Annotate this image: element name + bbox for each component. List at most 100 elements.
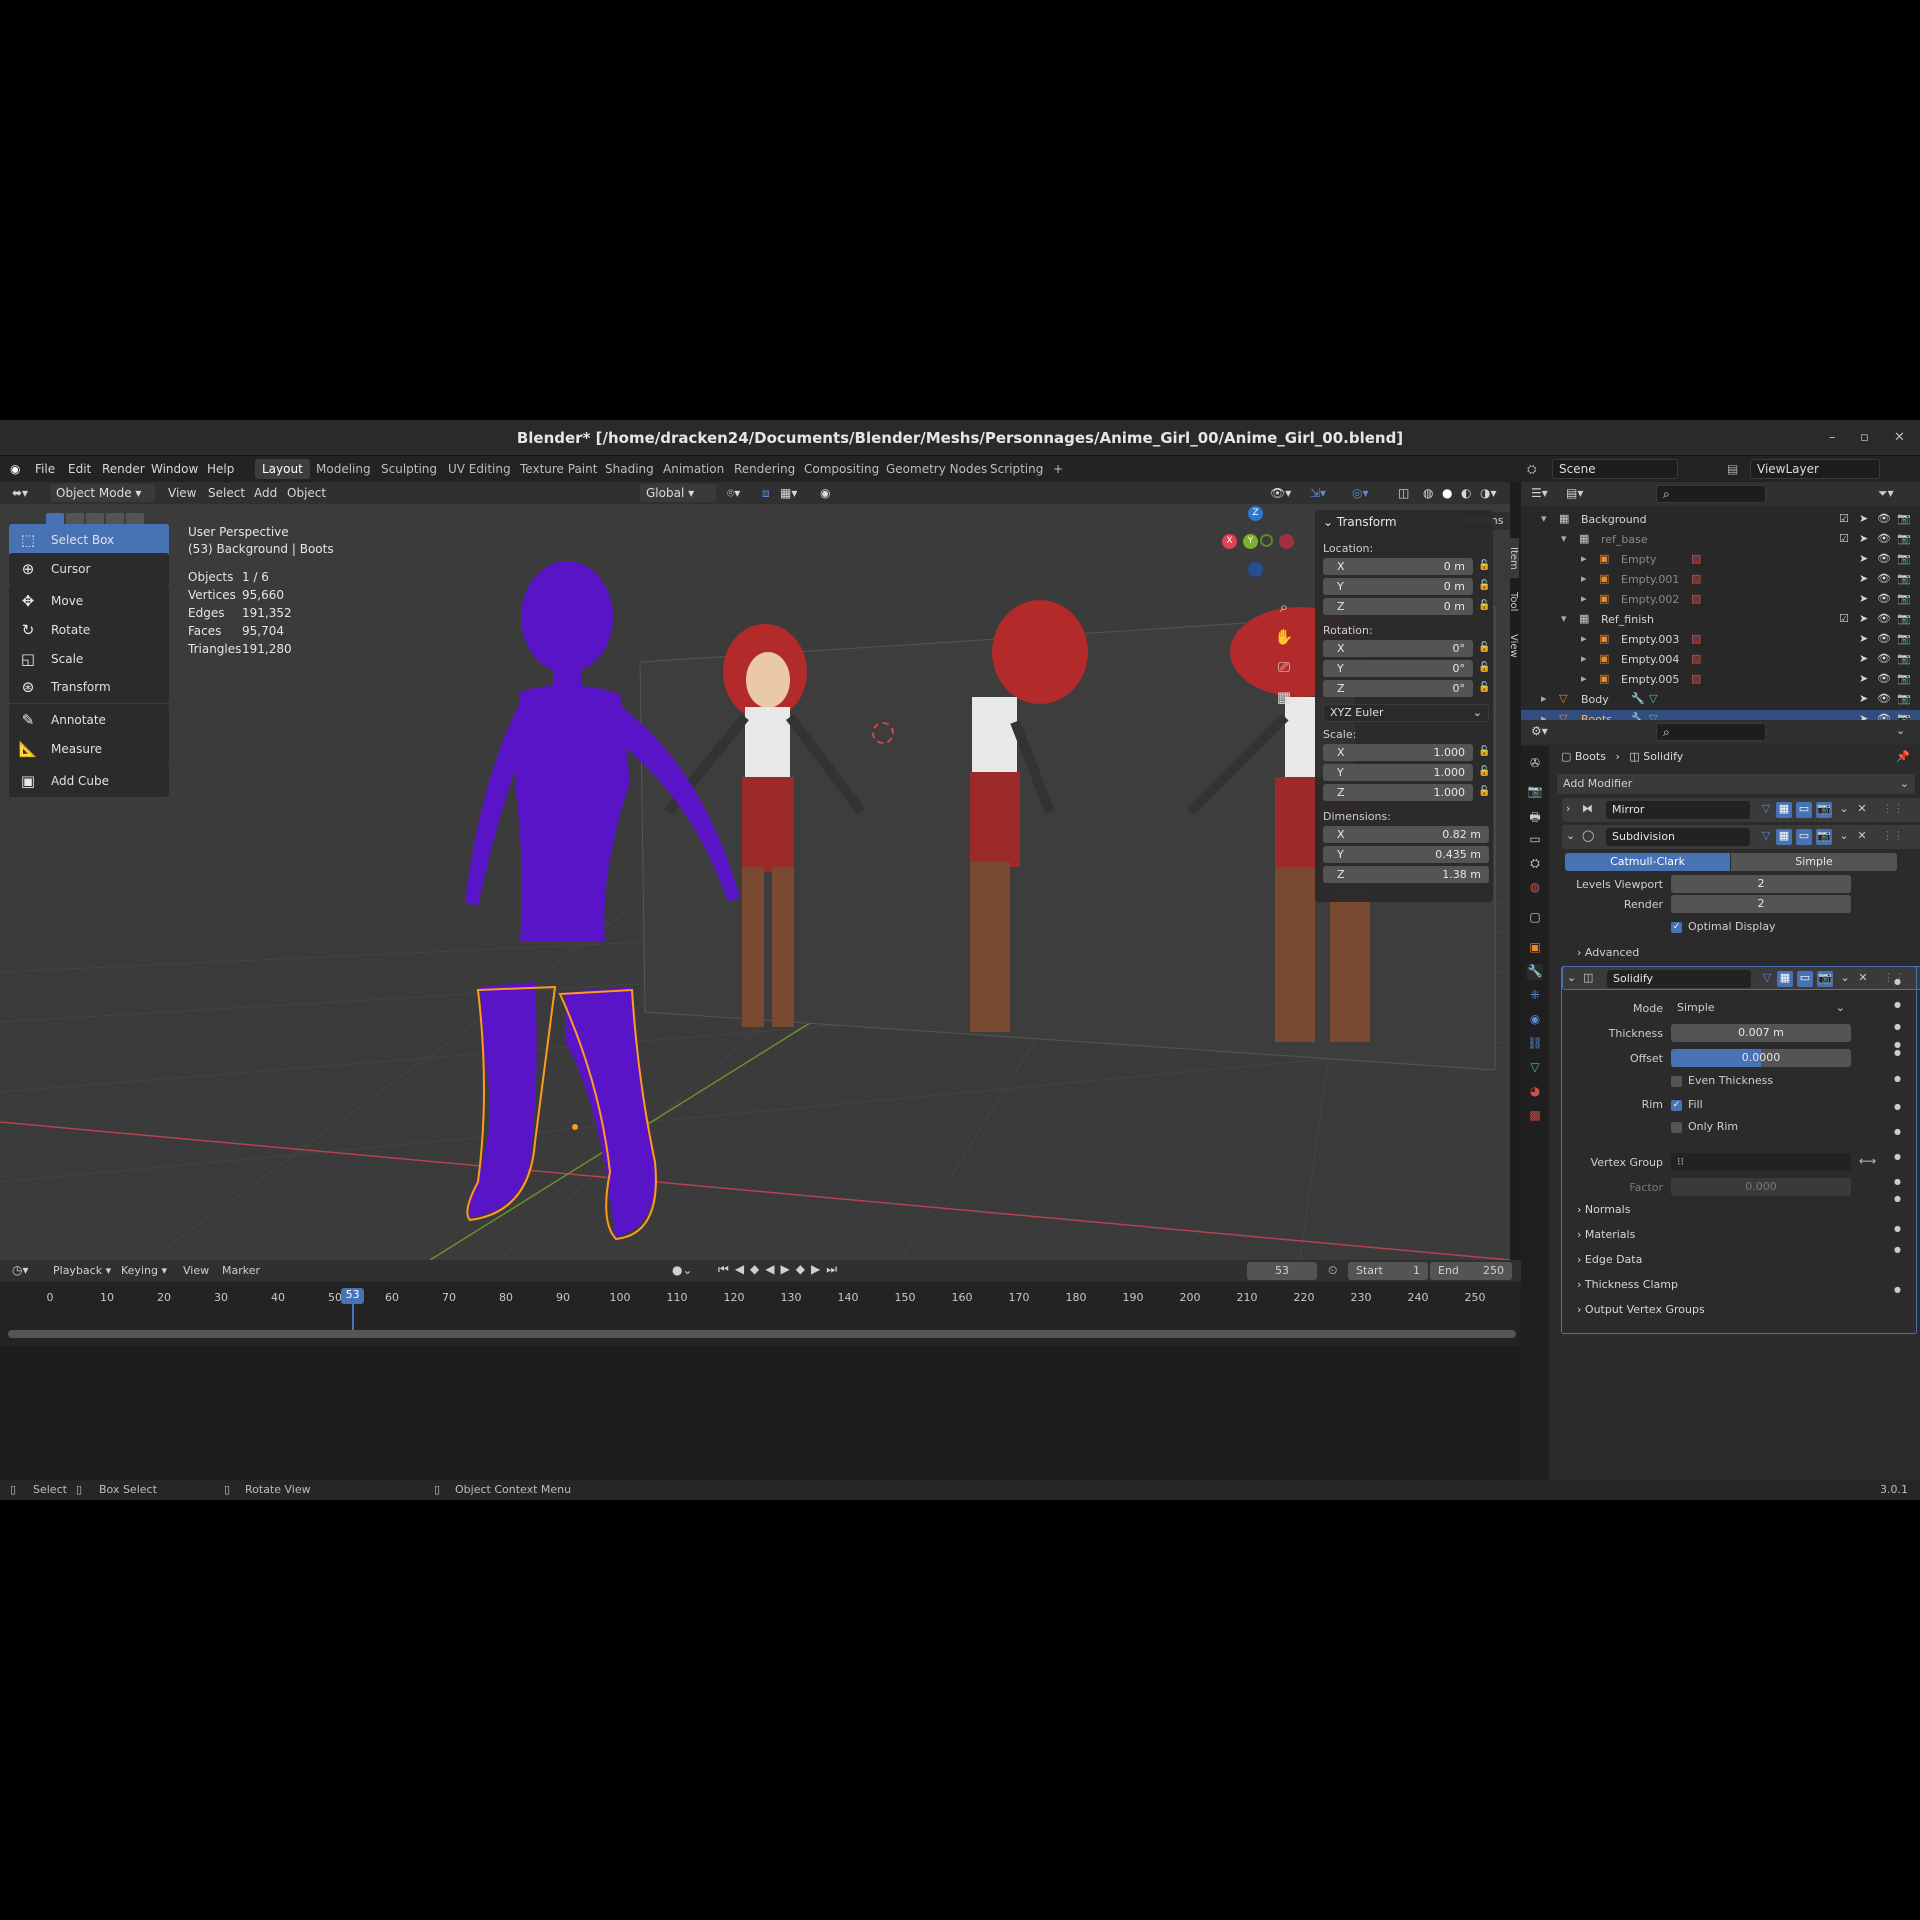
render-display-icon[interactable]: 📷 [1817, 971, 1833, 987]
lock-icon[interactable]: 🔓 [1478, 662, 1490, 673]
pivot-icon[interactable]: ⌾▾ [727, 486, 740, 501]
edit-mode-icon[interactable]: ▽ [1758, 802, 1774, 818]
render-camera-icon[interactable]: 📷 [1897, 592, 1911, 605]
render-display-icon[interactable]: 📷 [1816, 802, 1832, 818]
render-camera-icon[interactable]: 📷 [1897, 632, 1911, 645]
viewport-menu-select[interactable]: Select [208, 486, 245, 500]
render-tab-icon[interactable]: 📷 [1527, 784, 1543, 800]
remove-modifier-icon[interactable]: ✕ [1854, 829, 1870, 845]
workspace-tab-compositing[interactable]: Compositing [797, 459, 886, 479]
texture-tab-icon[interactable]: ▩ [1527, 1108, 1543, 1124]
workspace-tab-shading[interactable]: Shading [598, 459, 661, 479]
render-camera-icon[interactable]: 📷 [1897, 572, 1911, 585]
camera-icon[interactable]: ⎚ [1274, 652, 1294, 682]
expand-arrow-icon[interactable]: ▸ [1581, 652, 1587, 665]
expand-arrow-icon[interactable]: ▾ [1561, 532, 1567, 545]
lock-icon[interactable]: 🔓 [1478, 600, 1490, 611]
overlays-icon[interactable]: ◎▾ [1352, 486, 1369, 500]
display-mode-icon[interactable]: ▤▾ [1566, 486, 1583, 500]
gizmo-toggle-icon[interactable]: ⇲▾ [1310, 486, 1326, 500]
lock-icon[interactable]: 🔓 [1478, 746, 1490, 757]
filter-icon[interactable]: ⏷▾ [1878, 486, 1894, 501]
object-mode-dropdown[interactable]: Object Mode ▾ [50, 484, 155, 502]
gizmo-neg-y-axis[interactable] [1260, 534, 1273, 547]
outliner-row-empty-004[interactable]: ▸ ▣ Empty.004 ▨ ➤ 👁 📷 [1521, 650, 1920, 670]
modifier-tab-icon[interactable]: 🔧 [1527, 964, 1543, 980]
tool-transform[interactable]: ⊛ Transform [9, 671, 169, 703]
mirror-modifier-header[interactable]: › ⧓ Mirror ▽ ▦ ▭ 📷 ⌄ ✕ ⋮⋮ [1562, 798, 1920, 822]
fill-checkbox[interactable]: ✓ Fill [1671, 1098, 1703, 1111]
optimal-display-checkbox[interactable]: ✓ Optimal Display [1671, 920, 1776, 933]
solidify-mode-dropdown[interactable]: Simple ⌄ [1671, 999, 1851, 1017]
selectable-arrow-icon[interactable]: ➤ [1859, 612, 1868, 625]
3d-viewport[interactable]: ⬌▾ Object Mode ▾ View Select Add Object … [0, 482, 1510, 1260]
menu-render[interactable]: Render [102, 462, 145, 476]
eye-icon[interactable]: 👁 [1877, 612, 1891, 625]
subdivision-modifier-name[interactable]: Subdivision [1606, 828, 1750, 846]
expand-arrow-icon[interactable]: ▸ [1581, 552, 1587, 565]
menu-help[interactable]: Help [207, 462, 234, 476]
keyframe-dot-icon[interactable]: ● [1894, 1048, 1901, 1057]
tool-rotate[interactable]: ↻ Rotate [9, 614, 169, 646]
proportional-edit-icon[interactable]: ◉ [820, 486, 830, 500]
sidebar-tab-tool[interactable]: Tool [1503, 582, 1519, 622]
selectable-arrow-icon[interactable]: ➤ [1859, 672, 1868, 685]
outliner-search-input[interactable]: ⌕ [1656, 485, 1766, 503]
physics-tab-icon[interactable]: ◉ [1527, 1012, 1543, 1028]
render-display-icon[interactable]: 📷 [1816, 829, 1832, 845]
levels-viewport-field[interactable]: 2 [1671, 875, 1851, 893]
properties-search-input[interactable]: ⌕ [1656, 723, 1766, 741]
sidebar-tab-item[interactable]: Item [1503, 538, 1519, 578]
subdivision-modifier-header[interactable]: ⌄ ◯ Subdivision ▽ ▦ ▭ 📷 ⌄ ✕ ⋮⋮ [1562, 825, 1920, 849]
expand-arrow-icon[interactable]: ▸ [1581, 572, 1587, 585]
expand-arrow-icon[interactable]: ▾ [1561, 612, 1567, 625]
object-tab-icon[interactable]: ▣ [1527, 940, 1543, 956]
outliner-row-empty-005[interactable]: ▸ ▣ Empty.005 ▨ ➤ 👁 📷 [1521, 670, 1920, 690]
zoom-icon[interactable]: ⌕ [1274, 592, 1294, 622]
gizmo-neg-x-axis[interactable] [1279, 534, 1294, 549]
navigation-gizmo[interactable]: Z X Y [1215, 502, 1295, 582]
tool-add-cube[interactable]: ▣ Add Cube [9, 765, 169, 797]
outliner-row-body[interactable]: ▸ ▽ Body 🔧 ▽ ➤ 👁 📷 [1521, 690, 1920, 710]
scale-z-field[interactable]: Z 1.000 [1323, 784, 1473, 801]
render-camera-icon[interactable]: 📷 [1897, 692, 1911, 705]
blender-logo-icon[interactable]: ◉ [10, 462, 20, 476]
world-tab-icon[interactable]: ◍ [1527, 880, 1543, 896]
expand-chevron-icon[interactable]: › [1566, 802, 1570, 815]
shading-rendered-icon[interactable]: ◑▾ [1480, 486, 1497, 500]
subpanel-output-vertex-groups[interactable]: › Output Vertex Groups [1577, 1303, 1705, 1316]
lock-icon[interactable]: 🔓 [1478, 682, 1490, 693]
render-camera-icon[interactable]: 📷 [1897, 652, 1911, 665]
collapse-chevron-icon[interactable]: ⌄ [1567, 971, 1576, 984]
simple-subdiv-button[interactable]: Simple [1731, 853, 1897, 871]
gizmo-z-axis[interactable]: Z [1248, 506, 1263, 521]
lock-icon[interactable]: 🔓 [1478, 642, 1490, 653]
keyframe-dot-icon[interactable]: ● [1894, 1127, 1901, 1136]
material-tab-icon[interactable]: ◕ [1527, 1084, 1543, 1100]
view-layer-tab-icon[interactable]: ▭ [1527, 832, 1543, 848]
add-workspace-button[interactable]: + [1046, 459, 1070, 479]
dimension-x-field[interactable]: X 0.82 m [1323, 826, 1489, 843]
tool-cursor[interactable]: ⊕ Cursor [9, 553, 169, 585]
location-x-field[interactable]: X 0 m [1323, 558, 1473, 575]
eye-icon[interactable]: 👁 [1877, 672, 1891, 685]
expand-arrow-icon[interactable]: ▸ [1581, 672, 1587, 685]
view-layer-selector[interactable]: ViewLayer [1750, 459, 1880, 479]
workspace-tab-texture-paint[interactable]: Texture Paint [513, 459, 604, 479]
collection-tab-icon[interactable]: ▢ [1527, 910, 1543, 926]
dimension-y-field[interactable]: Y 0.435 m [1323, 846, 1489, 863]
pin-icon[interactable]: 📌 [1896, 750, 1910, 763]
workspace-tab-uv-editing[interactable]: UV Editing [441, 459, 518, 479]
selectable-arrow-icon[interactable]: ➤ [1859, 552, 1868, 565]
factor-field[interactable]: 0.000 [1671, 1178, 1851, 1196]
snap-icon[interactable]: ⧈ [762, 486, 770, 501]
expand-arrow-icon[interactable]: ▾ [1541, 512, 1547, 525]
selectable-arrow-icon[interactable]: ➤ [1859, 652, 1868, 665]
eye-icon[interactable]: 👁 [1877, 592, 1891, 605]
workspace-tab-modeling[interactable]: Modeling [309, 459, 378, 479]
workspace-tab-geometry-nodes[interactable]: Geometry Nodes [879, 459, 994, 479]
viewport-menu-add[interactable]: Add [254, 486, 277, 500]
outliner-row-empty-003[interactable]: ▸ ▣ Empty.003 ▨ ➤ 👁 📷 [1521, 630, 1920, 650]
render-levels-field[interactable]: 2 [1671, 895, 1851, 913]
subpanel-normals[interactable]: › Normals [1577, 1203, 1630, 1216]
